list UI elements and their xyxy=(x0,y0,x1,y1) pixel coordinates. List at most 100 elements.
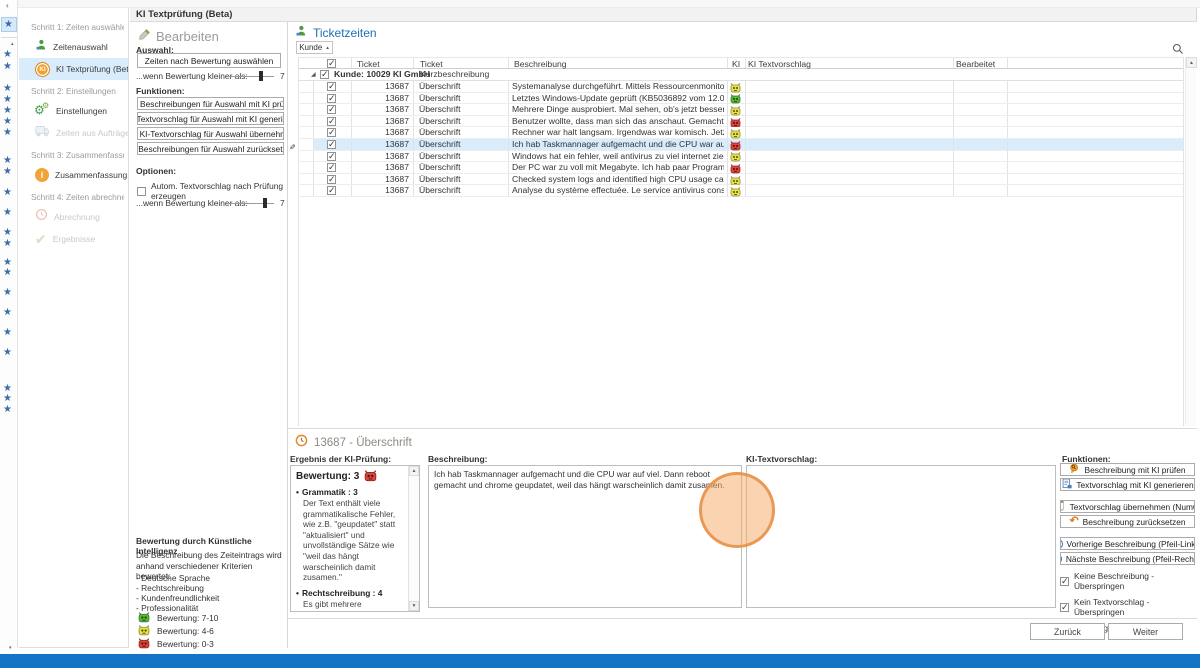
suggestion-textarea[interactable] xyxy=(746,465,1056,608)
table-row[interactable]: 13687 Überschrift Rechner war halt langs… xyxy=(298,127,1183,139)
table-row[interactable]: 13687 Überschrift Letztes Windows-Update… xyxy=(298,93,1183,105)
checkbox[interactable] xyxy=(327,163,336,172)
checkbox[interactable] xyxy=(327,82,336,91)
checkbox[interactable] xyxy=(137,187,146,196)
star-icon[interactable]: ★ xyxy=(3,95,12,105)
rating-threshold-slider2-handle[interactable] xyxy=(263,198,267,208)
table-row[interactable]: 13687 Überschrift Ich hab Taskmannager a… xyxy=(298,139,1183,151)
detail-function-button[interactable]: →Nächste Beschreibung (Pfeil-Rechts) xyxy=(1060,552,1195,565)
sidebar-item[interactable]: Zeitenauswahl xyxy=(19,36,128,58)
tool-function-button[interactable]: Textvorschlag für Auswahl mit KI generie… xyxy=(137,112,284,125)
star-icon[interactable]: ★ xyxy=(3,268,12,278)
group-by-chip[interactable]: Kunde ▲ xyxy=(296,41,333,54)
next-button[interactable]: Weiter xyxy=(1108,623,1183,640)
sidebar-item-label: Zusammenfassung xyxy=(55,170,127,180)
detail-option-checkbox[interactable]: Kein Textvorschlag - Überspringen xyxy=(1060,597,1195,617)
apply-suggestion-icon xyxy=(1060,500,1066,513)
checkbox[interactable] xyxy=(327,105,336,114)
star-icon[interactable]: ★ xyxy=(3,128,12,138)
vertical-scrollbar[interactable]: ▲ xyxy=(1185,57,1196,426)
column-header[interactable]: Beschreibung xyxy=(514,59,694,69)
star-icon[interactable]: ★ xyxy=(3,288,12,298)
robot-yellow-icon xyxy=(730,129,741,139)
checkbox[interactable] xyxy=(327,186,336,195)
select-all-checkbox[interactable] xyxy=(327,59,336,68)
divider xyxy=(288,428,1197,429)
scroll-down-icon[interactable]: ▼ xyxy=(409,601,419,611)
group-row[interactable]: ◢Kunde: 10029 KI GmbH xyxy=(298,69,1183,81)
detail-function-button[interactable]: Textvorschlag übernehmen (Num0) xyxy=(1060,500,1195,513)
detail-function-button[interactable]: Beschreibung mit KI prüfen xyxy=(1060,463,1195,476)
star-icon[interactable]: ★ xyxy=(3,156,12,166)
star-icon[interactable]: ★ xyxy=(3,188,12,198)
table-row[interactable]: 13687 Überschrift Benutzer wollte, dass … xyxy=(298,116,1183,128)
tool-function-button[interactable]: ↶Beschreibungen für Auswahl zurücksetzen xyxy=(137,142,284,155)
sidebar-item[interactable]: iZusammenfassung xyxy=(19,164,128,186)
row-checkbox-cell xyxy=(327,175,336,186)
star-icon[interactable]: ★ xyxy=(3,167,12,177)
result-label: Ergebnis der KI-Prüfung: xyxy=(290,454,391,464)
checkbox[interactable] xyxy=(327,94,336,103)
ai-result-box[interactable]: Bewertung: 3 Grammatik : 3 Der Text enth… xyxy=(290,465,420,612)
scroll-up-icon[interactable]: ▲ xyxy=(409,466,419,476)
star-icon[interactable]: ★ xyxy=(3,117,12,127)
star-icon[interactable]: ★ xyxy=(3,208,12,218)
column-header[interactable]: KI Textvorschlag xyxy=(748,59,868,69)
star-icon[interactable]: ★ xyxy=(3,394,12,404)
collapse-chevron-icon[interactable]: ‹ xyxy=(6,1,9,10)
scroll-up-icon[interactable]: ▲ xyxy=(1186,57,1197,68)
detail-function-button[interactable]: Textvorschlag mit KI generieren xyxy=(1060,478,1195,491)
checkbox[interactable] xyxy=(1060,577,1069,586)
orders-icon xyxy=(35,124,50,142)
back-button[interactable]: Zurück xyxy=(1030,623,1105,640)
detail-function-button[interactable]: ↶Beschreibung zurücksetzen xyxy=(1060,515,1195,528)
star-icon[interactable]: ★ xyxy=(3,405,12,415)
table-row[interactable]: 13687 Überschrift Windows hat ein fehler… xyxy=(298,151,1183,163)
table-row[interactable]: 13687 Überschrift Checked system logs an… xyxy=(298,174,1183,186)
sidebar-item[interactable]: KIKI Textprüfung (Beta) xyxy=(19,58,128,80)
star-icon[interactable]: ★ xyxy=(3,84,12,94)
table-row[interactable]: 13687 Überschrift Analyse du système eff… xyxy=(298,185,1183,197)
robot-green-icon xyxy=(138,612,150,623)
star-icon[interactable]: ★ xyxy=(3,106,12,116)
sidebar-item[interactable]: ⚙⚙Einstellungen xyxy=(19,100,128,122)
rating-threshold-slider-handle[interactable] xyxy=(259,71,263,81)
description-textarea[interactable]: Ich hab Taskmannager aufgemacht und die … xyxy=(428,465,742,608)
group-checkbox[interactable] xyxy=(320,70,329,79)
detail-function-button[interactable]: ←Vorherige Beschreibung (Pfeil-Links) xyxy=(1060,537,1195,550)
star-icon[interactable]: ★ xyxy=(3,62,12,72)
result-scrollbar[interactable]: ▲ ▼ xyxy=(408,466,419,611)
scroll-down-icon[interactable]: ▾ xyxy=(9,645,12,651)
star-icon[interactable]: ★ xyxy=(3,228,12,238)
star-icon[interactable]: ★ xyxy=(3,348,12,358)
tool-function-button[interactable]: Beschreibungen für Auswahl mit KI prüfen xyxy=(137,97,284,110)
checkbox[interactable] xyxy=(327,117,336,126)
checkbox[interactable] xyxy=(327,152,336,161)
star-icon[interactable]: ★ xyxy=(3,239,12,249)
scroll-up-icon[interactable]: ▴ xyxy=(11,41,14,47)
rating-threshold-slider-track[interactable] xyxy=(228,76,274,77)
rating-threshold-slider2-track[interactable] xyxy=(228,203,274,204)
sidebar-item-label: KI Textprüfung (Beta) xyxy=(56,64,128,74)
checkbox[interactable] xyxy=(327,140,336,149)
table-row[interactable]: 13687 Überschrift Der PC war zu voll mit… xyxy=(298,162,1183,174)
column-header[interactable]: Ticket xyxy=(357,59,411,69)
row-checkbox-cell xyxy=(327,140,336,151)
star-icon[interactable]: ★ xyxy=(3,308,12,318)
content-region: KI Textprüfung (Beta) Bearbeiten Auswahl… xyxy=(130,8,1197,648)
table-row[interactable]: 13687 Überschrift Mehrere Dinge ausprobi… xyxy=(298,104,1183,116)
criterion-label: - Deutsche Sprache xyxy=(136,573,210,583)
checkbox[interactable] xyxy=(327,175,336,184)
table-row[interactable]: 13687 Überschrift Systemanalyse durchgef… xyxy=(298,81,1183,93)
star-icon[interactable]: ★ xyxy=(3,50,12,60)
checkbox[interactable] xyxy=(327,128,336,137)
checkbox[interactable] xyxy=(1060,603,1069,612)
column-header[interactable]: Bearbeitet xyxy=(956,59,1004,69)
detail-option-checkbox[interactable]: Keine Beschreibung - Überspringen xyxy=(1060,571,1195,591)
column-header[interactable]: KI xyxy=(732,59,744,69)
star-icon[interactable]: ★ xyxy=(3,328,12,338)
select-by-rating-button[interactable]: Zeiten nach Bewertung auswählen xyxy=(137,53,281,68)
tool-function-button[interactable]: KI-Textvorschlag für Auswahl übernehmen xyxy=(137,127,284,140)
group-expand-icon[interactable]: ◢ xyxy=(311,71,316,78)
favorite-star-selected[interactable]: ★ xyxy=(1,17,17,32)
